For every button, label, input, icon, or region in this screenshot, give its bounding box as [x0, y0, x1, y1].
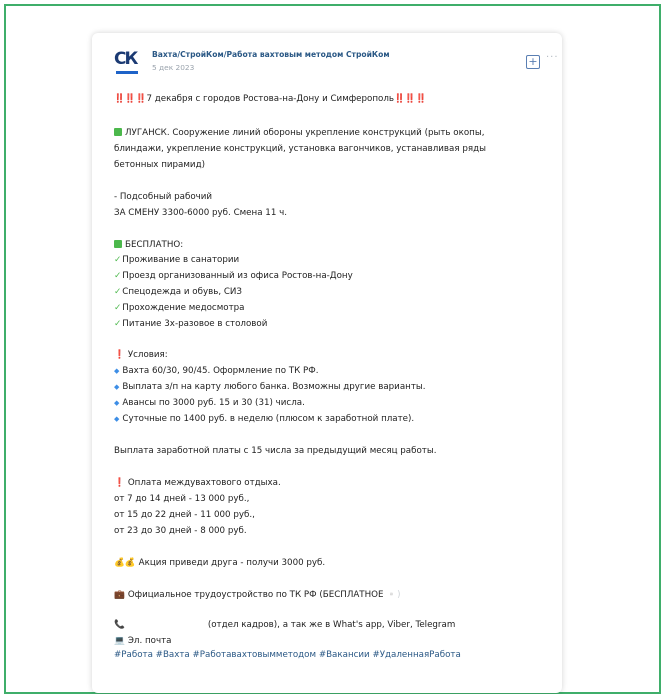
post-headline: ‼️‼️‼️7 декабря с городов Ростова-на-Дон…	[114, 93, 426, 105]
check-mark-icon: ✓	[114, 319, 122, 329]
conditions-title: ❗ Условия:	[114, 350, 168, 360]
check-box-icon	[114, 128, 122, 136]
money-bag-icon: 💰💰	[114, 558, 136, 568]
list-item: ✓Проезд организованный из офиса Ростов-н…	[114, 271, 353, 281]
free-title: БЕСПЛАТНО:	[114, 239, 183, 251]
diamond-icon: ◆	[114, 367, 120, 375]
post-date[interactable]: 5 дек 2023	[152, 63, 194, 72]
email-line: 💻 Эл. почта	[114, 636, 172, 646]
diamond-icon: ◆	[114, 383, 120, 391]
check-box-icon	[114, 240, 122, 248]
headline-text: 7 декабря с городов Ростова-на-Дону и Си…	[146, 94, 395, 104]
check-mark-icon: ✓	[114, 287, 122, 297]
contact-line: 📞 (отдел кадров), а так же в What's app, …	[114, 620, 456, 630]
post-header: СК Вахта/СтройКом/Работа вахтовым методо…	[114, 47, 558, 81]
rest-pay-title: ❗ Оплата междувахтового отдыха.	[114, 478, 281, 488]
salary-note: Выплата заработной платы с 15 числа за п…	[114, 446, 437, 456]
more-dots-icon[interactable]: ···	[546, 52, 559, 63]
list-item: от 7 до 14 дней - 13 000 руб.,	[114, 494, 250, 504]
avatar-underline	[116, 71, 138, 74]
phone-icon: 📞	[114, 620, 125, 630]
promo-line: 💰💰 Акция приведи друга - получи 3000 руб.	[114, 558, 326, 568]
post-author[interactable]: Вахта/СтройКом/Работа вахтовым методом С…	[152, 50, 390, 59]
headline-prefix: ‼️‼️‼️	[114, 94, 147, 104]
list-item: ◆ Суточные по 1400 руб. в неделю (плюсом …	[114, 414, 415, 424]
official-line: 💼 Официальное трудоустройство по ТК РФ (Б…	[114, 590, 401, 600]
exclamation-icon: ❗	[114, 350, 125, 360]
avatar-text: СК	[114, 49, 138, 69]
diamond-icon: ◆	[114, 399, 120, 407]
job-title: - Подсобный рабочий	[114, 192, 213, 202]
avatar[interactable]: СК	[114, 47, 144, 77]
list-item: ✓Спецодежда и обувь, СИЗ	[114, 287, 242, 297]
list-item: ✓Проживание в санатории	[114, 255, 240, 265]
computer-icon: 💻	[114, 636, 125, 646]
briefcase-icon: 💼	[114, 590, 125, 600]
intro-line: бетонных пирамид)	[114, 160, 205, 170]
list-item: ✓Питание 3х-разовое в столовой	[114, 319, 268, 329]
job-pay: ЗА СМЕНУ 3300-6000 руб. Смена 11 ч.	[114, 208, 288, 218]
list-item: ◆ Авансы по 3000 руб. 15 и 30 (31) числа.	[114, 398, 305, 408]
list-item: от 23 до 30 дней - 8 000 руб.	[114, 526, 247, 536]
plus-square-icon[interactable]: +	[526, 55, 540, 69]
list-item: ◆ Вахта 60/30, 90/45. Оформление по ТК РФ…	[114, 366, 319, 376]
post-card: СК Вахта/СтройКом/Работа вахтовым методо…	[92, 33, 562, 693]
intro-line: ЛУГАНСК. Сооружение линий обороны укрепл…	[114, 127, 484, 139]
intro-line: блиндажи, укрепление конструкций, устано…	[114, 144, 486, 154]
list-item: ◆ Выплата з/п на карту любого банка. Возм…	[114, 382, 426, 392]
check-mark-icon: ✓	[114, 303, 122, 313]
diamond-icon: ◆	[114, 415, 120, 423]
list-item: ✓Прохождение медосмотра	[114, 303, 245, 313]
check-mark-icon: ✓	[114, 271, 122, 281]
list-item: от 15 до 22 дней - 11 000 руб.,	[114, 510, 255, 520]
hashtags[interactable]: #Работа #Вахта #Работавахтовымметодом #В…	[114, 649, 461, 661]
headline-suffix: ‼️‼️‼️	[394, 94, 427, 104]
check-mark-icon: ✓	[114, 255, 122, 265]
exclamation-icon: ❗	[114, 478, 125, 488]
